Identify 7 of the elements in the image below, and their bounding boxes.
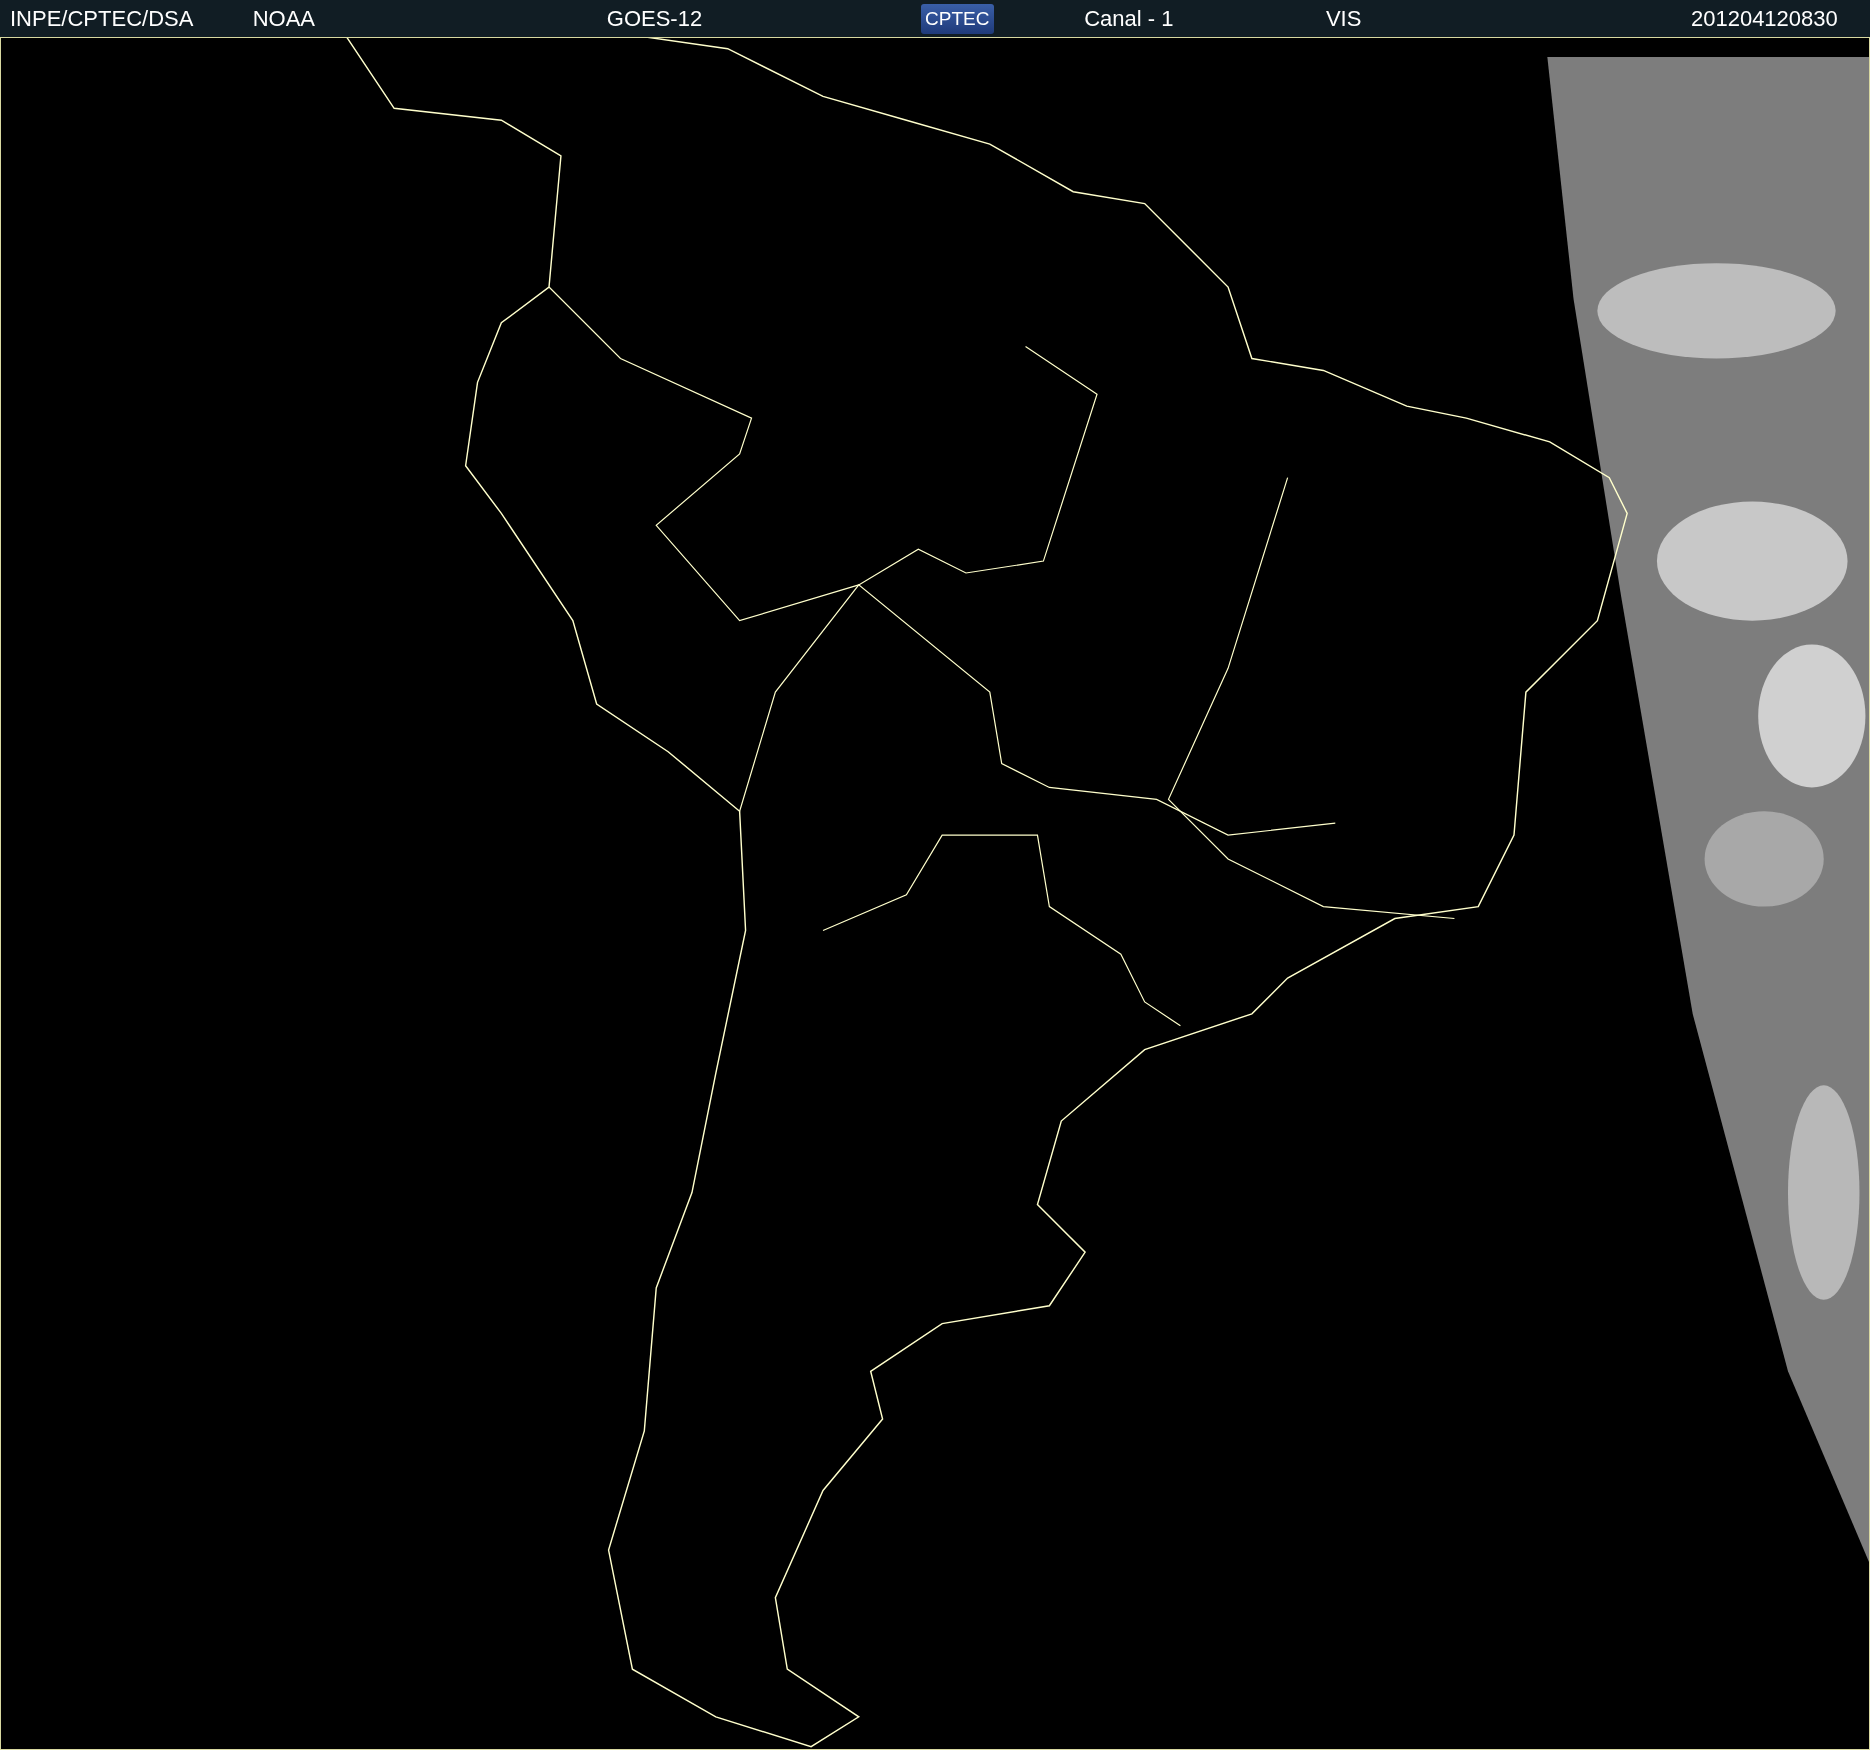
header-label: Canal - 1 xyxy=(1084,5,1174,32)
header-label: NOAA xyxy=(252,5,316,32)
header-label: 201204120830 xyxy=(1690,5,1838,32)
header-label: VIS xyxy=(1325,5,1362,32)
logo: CPTEC xyxy=(921,3,994,34)
header-label: GOES-12 xyxy=(606,5,703,32)
header-label: INPE/CPTEC/DSA xyxy=(10,5,194,32)
